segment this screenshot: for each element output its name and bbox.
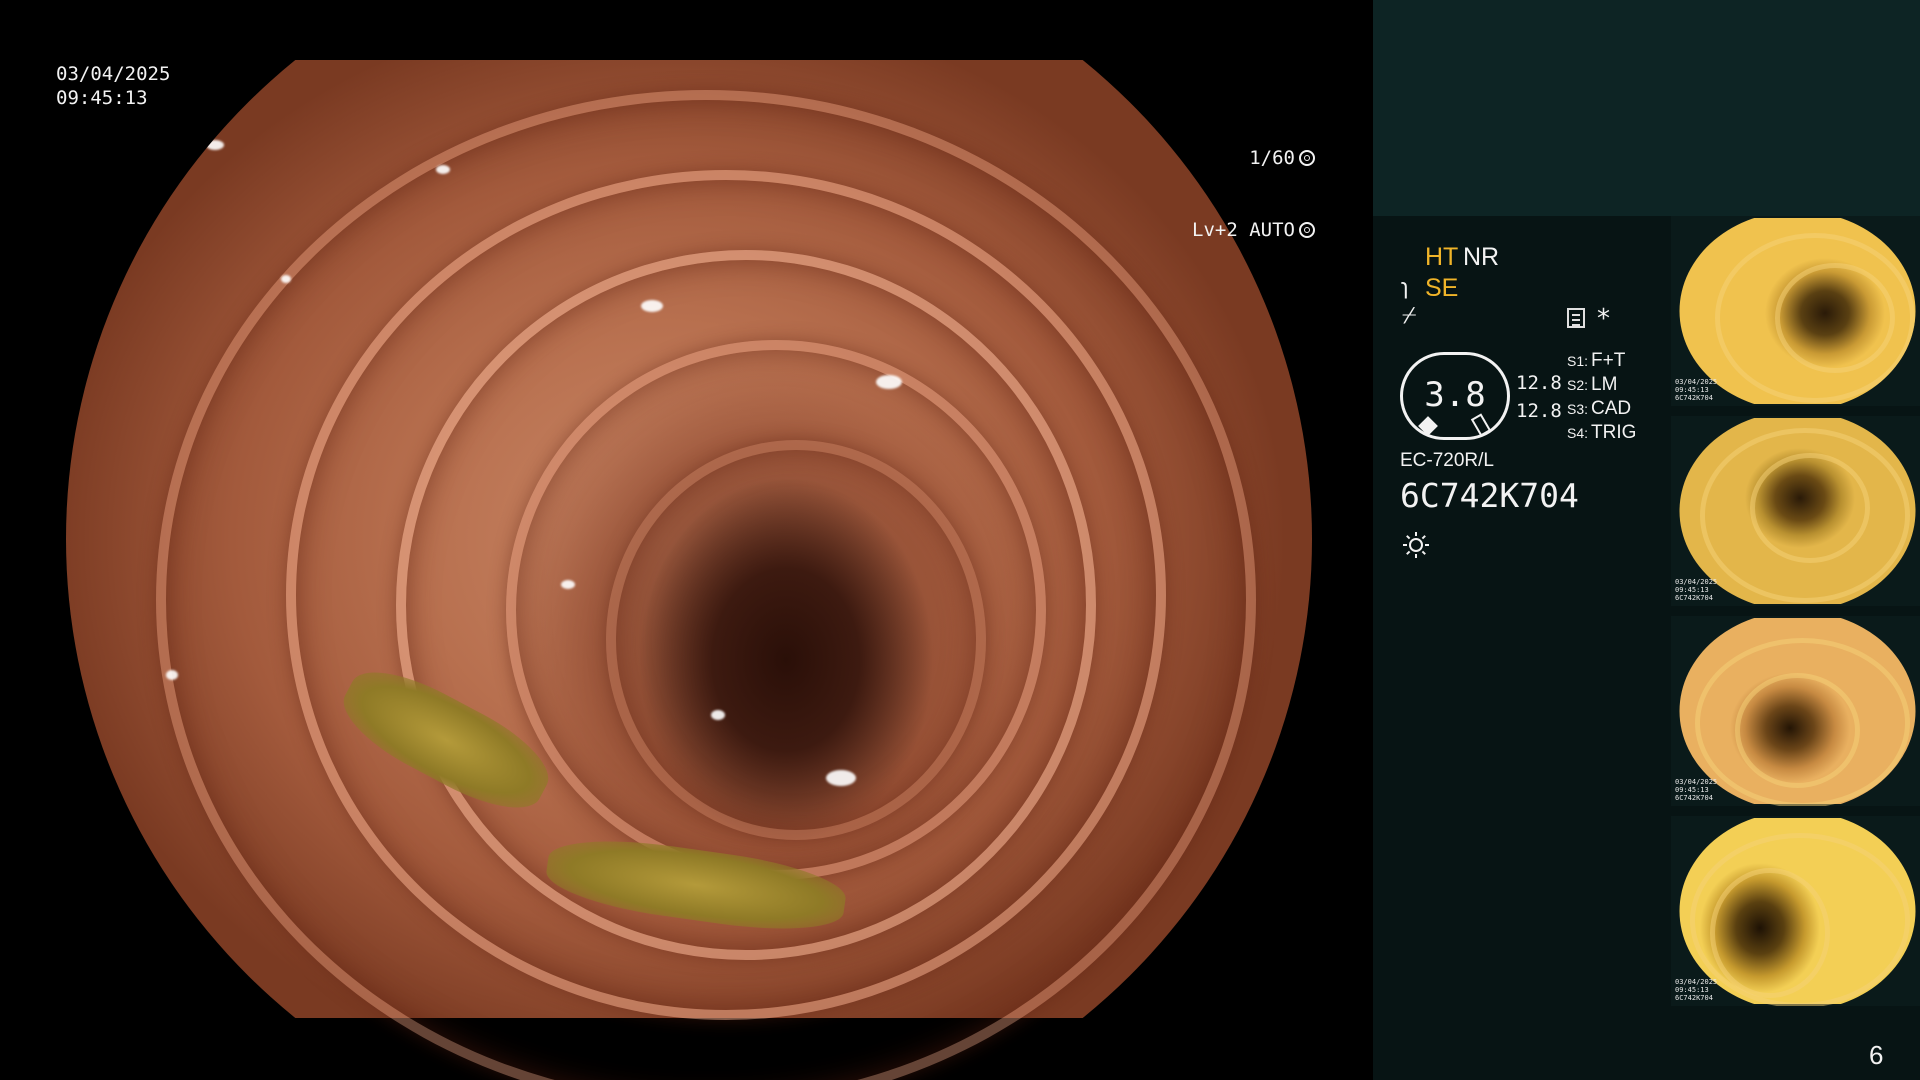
gauge-value: 3.8 [1424,375,1486,415]
gauge-marker-icon [1418,416,1438,436]
captured-thumbnail[interactable]: 03/04/2025 09:45:13 6C742K704 [1671,216,1920,406]
mode-ht: HT [1425,243,1459,271]
exam-date: 03/04/2025 [56,63,171,85]
haustral-fold [606,440,986,840]
aperture-icon [1299,150,1315,166]
shutter-speed: 1/60 [1249,147,1295,169]
specular-glint [711,710,725,720]
specular-glint [281,275,291,283]
target-icon [1299,222,1315,238]
memo-icon [1567,308,1585,328]
thumbnail-caption: 03/04/2025 09:45:13 6C742K704 [1675,578,1718,602]
thumbnail-image [1679,818,1916,1006]
preset-s3: S3: CAD [1567,398,1631,420]
date-time: 03/04/2025 09:45:13 [56,62,170,110]
preset-s2: S2: LM [1567,374,1617,396]
specular-glint [641,300,663,312]
captured-thumbnail[interactable]: 03/04/2025 09:45:13 6C742K704 [1671,416,1920,606]
page-number: 6 [1869,1040,1884,1070]
specular-glint [561,580,575,589]
thumbnail-caption: 03/04/2025 09:45:13 6C742K704 [1675,778,1718,802]
color-mode-icon: ⌿ [1402,302,1417,329]
thumbnail-caption: 03/04/2025 09:45:13 6C742K704 [1675,378,1718,402]
setting-value-b: 12.8 [1516,400,1562,422]
gauge-marker-icon [1470,413,1492,437]
preset-label: LM [1591,374,1618,395]
thumbnail-fold [1750,453,1870,563]
exposure-mode: Lv+2 AUTO [1192,219,1295,241]
thumbnail-fold [1735,673,1860,788]
specular-glint [166,670,178,680]
mode-se: SE [1425,274,1459,302]
preset-key: S3: [1567,401,1589,417]
thumbnail-image [1679,418,1916,604]
structure-enhance-icon: ɿ [1401,274,1409,299]
preset-key: S2: [1567,377,1589,393]
thumbnail-fold [1710,868,1830,998]
thumbnail-caption: 03/04/2025 09:45:13 6C742K704 [1675,978,1718,1002]
light-source-icon [1403,532,1429,558]
scope-model: EC-720R/L [1400,450,1494,471]
status-header-area [1373,0,1920,216]
specular-glint [876,375,902,389]
captured-thumbnail[interactable]: 03/04/2025 09:45:13 6C742K704 [1671,616,1920,806]
preset-label: TRIG [1591,422,1637,443]
specular-glint [206,140,224,150]
preset-s1: S1: F+T [1567,350,1625,372]
specular-glint [826,770,856,786]
asterisk-marker: * [1597,304,1610,334]
endoscopy-monitor: 03/04/2025 09:45:13 1/60 Lv+2 AUTO HT NR… [0,0,1920,1080]
thumbnail-image [1679,618,1916,806]
zoom-gauge: 3.8 [1400,352,1510,440]
specular-glint [436,165,450,174]
endoscope-image [66,60,1312,1080]
thumbnail-image [1679,218,1916,404]
exposure-info: 1/60 Lv+2 AUTO [1192,98,1315,290]
preset-key: S1: [1567,353,1589,369]
captured-thumbnail[interactable]: 03/04/2025 09:45:13 6C742K704 [1671,816,1920,1006]
preset-label: F+T [1591,350,1626,371]
preset-s4: S4: TRIG [1567,422,1636,444]
scope-serial: 6C742K704 [1400,476,1579,515]
preset-label: CAD [1591,398,1632,419]
mode-nr: NR [1463,243,1500,271]
setting-value-a: 12.8 [1516,372,1562,394]
thumbnail-fold [1775,263,1895,373]
exam-time: 09:45:13 [56,87,148,109]
preset-key: S4: [1567,425,1589,441]
